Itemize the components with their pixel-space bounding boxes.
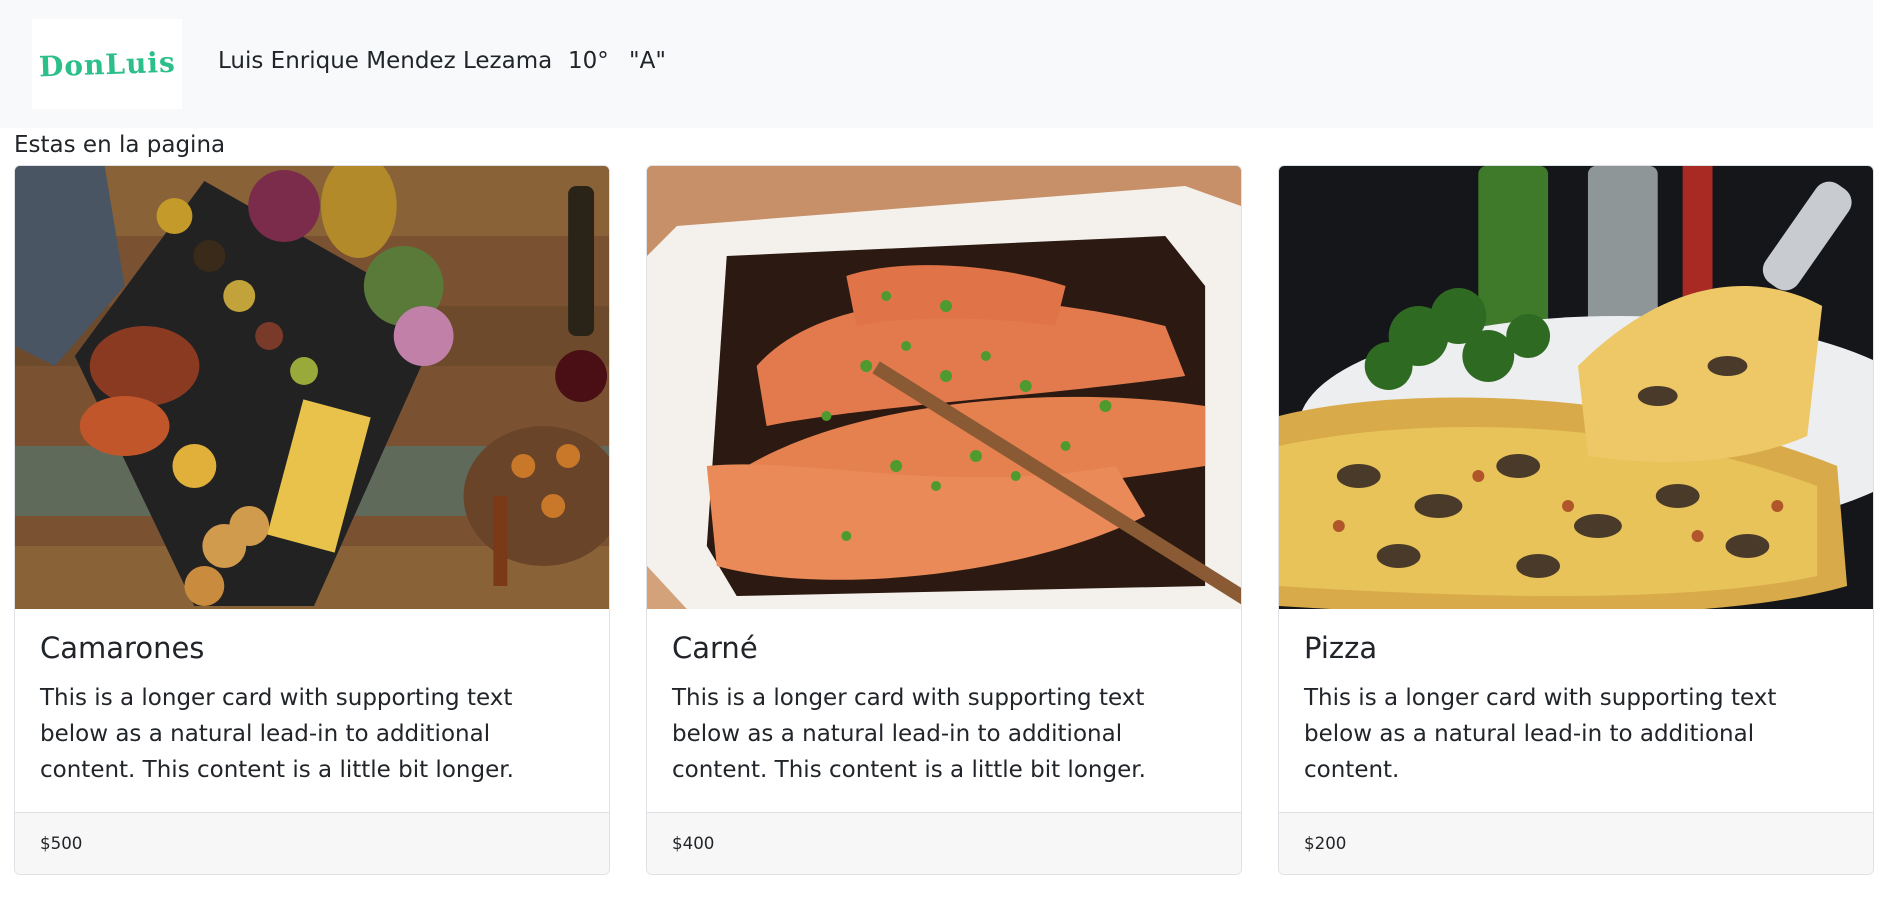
card-price: $200 bbox=[1304, 833, 1347, 853]
card-image-pizza bbox=[1279, 166, 1873, 609]
food-card-pizza: Pizza This is a longer card with support… bbox=[1278, 165, 1874, 875]
card-footer: $400 bbox=[647, 811, 1241, 874]
card-text: This is a longer card with supporting te… bbox=[672, 684, 1146, 783]
card-body: Camarones This is a longer card with sup… bbox=[15, 609, 609, 812]
grade-label: 10° bbox=[568, 48, 609, 74]
brand-logo: DonLuis bbox=[38, 45, 176, 83]
brand-logo-link[interactable]: DonLuis bbox=[32, 19, 182, 109]
card-title: Pizza bbox=[1304, 631, 1378, 665]
student-name: Luis Enrique Mendez Lezama bbox=[218, 48, 553, 74]
card-text: This is a longer card with supporting te… bbox=[1304, 684, 1777, 783]
card-body: Carné This is a longer card with support… bbox=[647, 609, 1241, 812]
card-footer: $200 bbox=[1279, 811, 1873, 874]
card-price: $400 bbox=[672, 833, 715, 853]
card-image-camarones bbox=[15, 166, 609, 609]
card-title: Camarones bbox=[40, 631, 205, 665]
card-image-carne bbox=[647, 166, 1241, 609]
card-footer: $500 bbox=[15, 811, 609, 874]
food-card-carne: Carné This is a longer card with support… bbox=[646, 165, 1242, 875]
card-title: Carné bbox=[672, 631, 758, 665]
card-price: $500 bbox=[40, 833, 83, 853]
food-card-camarones: Camarones This is a longer card with sup… bbox=[14, 165, 610, 875]
group-label: "A" bbox=[629, 48, 666, 74]
navbar: DonLuis Luis Enrique Mendez Lezama 10° "… bbox=[0, 0, 1873, 128]
page-location-label: Estas en la pagina bbox=[14, 132, 226, 158]
card-text: This is a longer card with supporting te… bbox=[40, 684, 514, 783]
card-body: Pizza This is a longer card with support… bbox=[1279, 609, 1873, 812]
